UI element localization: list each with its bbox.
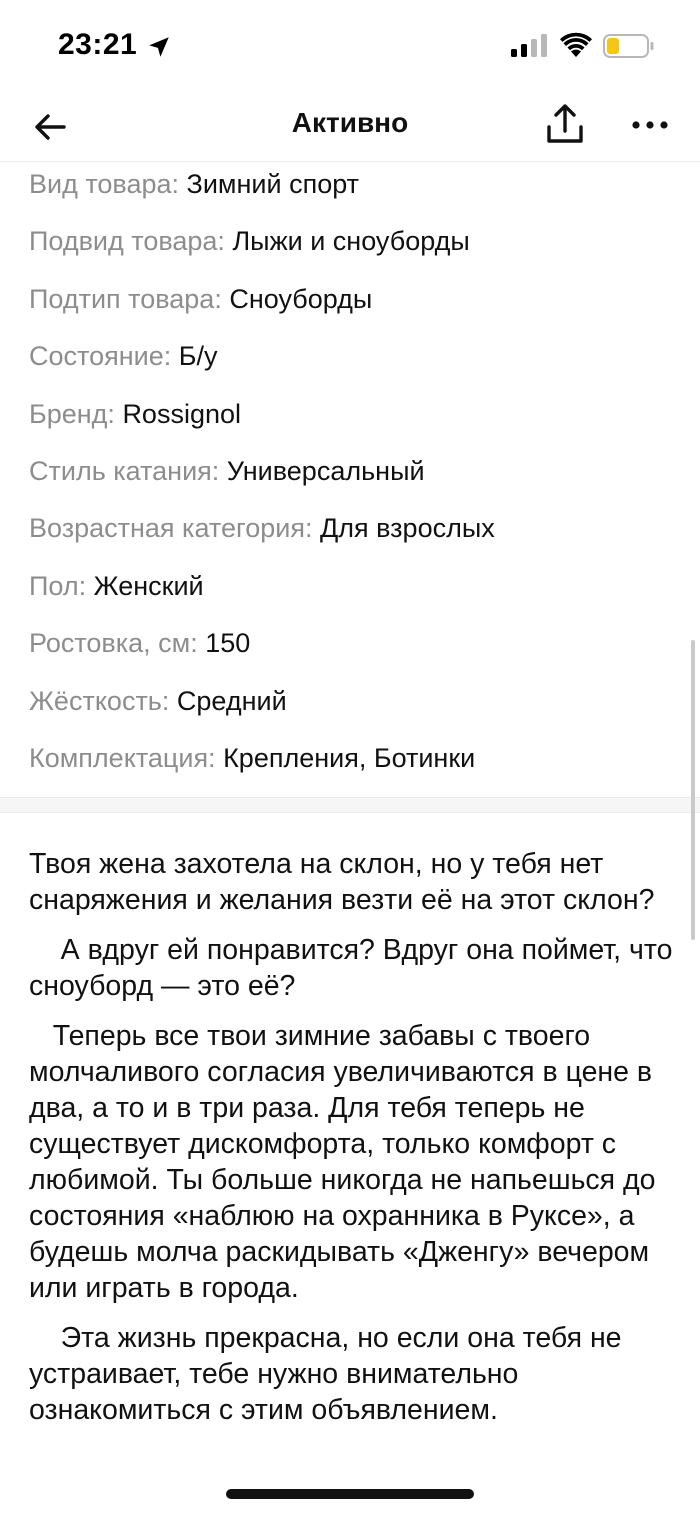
- more-button[interactable]: [628, 105, 672, 145]
- scrollbar[interactable]: [691, 640, 695, 940]
- section-divider: [0, 797, 700, 813]
- attribute-row: Состояние: Б/у: [29, 334, 669, 391]
- attribute-label: Состояние:: [29, 341, 172, 372]
- item-description: Твоя жена захотела на склон, но у тебя н…: [29, 846, 674, 1442]
- attribute-value: Женский: [93, 570, 204, 601]
- attribute-label: Жёсткость:: [29, 685, 170, 716]
- attribute-row: Стиль катания: Универсальный: [29, 449, 669, 506]
- status-bar: 23:21: [0, 0, 700, 95]
- share-button[interactable]: [543, 101, 587, 149]
- attribute-label: Стиль катания:: [29, 455, 220, 486]
- attribute-value: Б/у: [178, 341, 218, 372]
- attribute-value: Для взрослых: [319, 513, 495, 544]
- description-paragraph: Твоя жена захотела на склон, но у тебя н…: [29, 848, 655, 916]
- home-indicator[interactable]: [226, 1489, 474, 1499]
- attribute-label: Бренд:: [29, 398, 115, 429]
- item-attributes: Вид товара: Зимний спорт Подвид товара: …: [29, 162, 669, 793]
- attribute-row: Пол: Женский: [29, 564, 669, 621]
- attribute-value: 150: [205, 628, 251, 659]
- listing-details-screen: 23:21 Активно Вид товара: Зимний спорт П…: [0, 0, 700, 1515]
- attribute-label: Подвид товара:: [29, 226, 225, 257]
- location-arrow-icon: [149, 37, 169, 57]
- description-paragraph: Теперь все твои зимние забавы с твоего м…: [29, 1020, 656, 1304]
- attribute-value: Лыжи и сноуборды: [232, 226, 470, 257]
- attribute-row: Комплектация: Крепления, Ботинки: [29, 736, 669, 793]
- attribute-value: Сноуборды: [229, 283, 373, 314]
- wifi-icon: [560, 32, 592, 57]
- back-button[interactable]: [28, 105, 72, 149]
- nav-bar: Активно: [0, 95, 700, 162]
- share-icon: [547, 104, 583, 143]
- attribute-label: Вид товара:: [29, 169, 180, 199]
- attribute-label: Комплектация:: [29, 742, 216, 773]
- description-paragraph: Эта жизнь прекрасна, но если она тебя не…: [29, 1322, 622, 1426]
- attribute-row: Ростовка, см: 150: [29, 621, 669, 678]
- attribute-value: Крепления, Ботинки: [223, 742, 476, 773]
- cellular-signal-icon: [511, 34, 547, 57]
- page-title: Активно: [291, 107, 409, 138]
- attribute-label: Подтип товара:: [29, 283, 222, 314]
- battery-low-icon: [603, 34, 654, 58]
- attribute-row: Бренд: Rossignol: [29, 392, 669, 449]
- attribute-row: Подвид товара: Лыжи и сноуборды: [29, 219, 669, 276]
- attribute-value: Зимний спорт: [186, 169, 360, 199]
- attribute-value: Средний: [176, 685, 287, 716]
- description-paragraph: А вдруг ей понравится? Вдруг она поймет,…: [29, 934, 673, 1002]
- attribute-row: Возрастная категория: Для взрослых: [29, 506, 669, 563]
- more-horizontal-icon: [632, 121, 668, 129]
- attribute-label: Возрастная категория:: [29, 513, 313, 544]
- attribute-value: Rossignol: [122, 398, 241, 429]
- status-time: 23:21: [58, 28, 138, 61]
- attribute-row: Подтип товара: Сноуборды: [29, 277, 669, 334]
- arrow-left-icon: [35, 114, 66, 140]
- attribute-value: Универсальный: [226, 455, 425, 486]
- attribute-row: Жёсткость: Средний: [29, 679, 669, 736]
- attribute-label: Пол:: [29, 570, 87, 601]
- attribute-label: Ростовка, см:: [29, 628, 198, 659]
- attribute-row: Вид товара: Зимний спорт: [29, 162, 669, 219]
